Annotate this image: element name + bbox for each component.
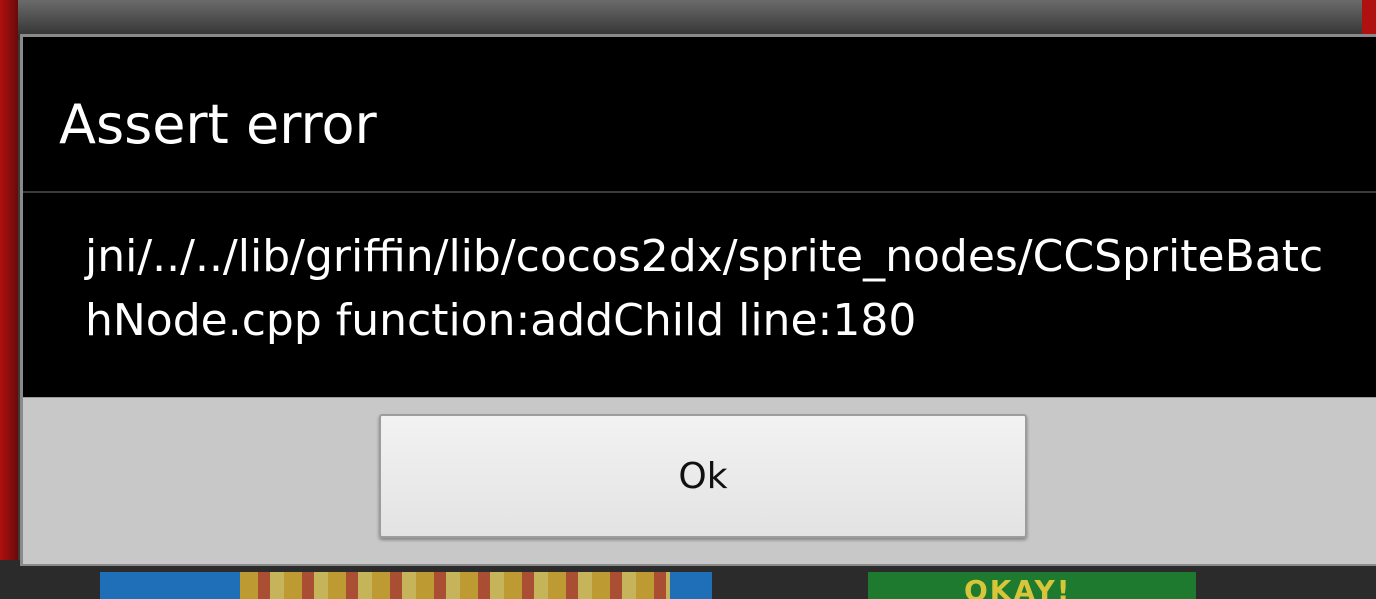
dialog-title: Assert error — [59, 93, 377, 156]
background-okay-button: OKAY! — [868, 572, 1196, 599]
assert-error-dialog: Assert error jni/../../lib/griffin/lib/c… — [20, 34, 1376, 566]
title-divider — [23, 191, 1376, 193]
background-decorative-stripe — [240, 572, 670, 599]
background-red-frame — [0, 0, 18, 599]
background-blue-panel — [100, 572, 712, 599]
ok-button[interactable]: Ok — [379, 414, 1027, 538]
screen: OKAY! Assert error jni/../../lib/griffin… — [0, 0, 1376, 599]
dialog-message: jni/../../lib/griffin/lib/cocos2dx/sprit… — [85, 231, 1324, 346]
background-okay-text: OKAY! — [964, 574, 1072, 599]
ok-button-label: Ok — [678, 455, 728, 497]
dialog-button-bar: Ok — [23, 397, 1376, 564]
